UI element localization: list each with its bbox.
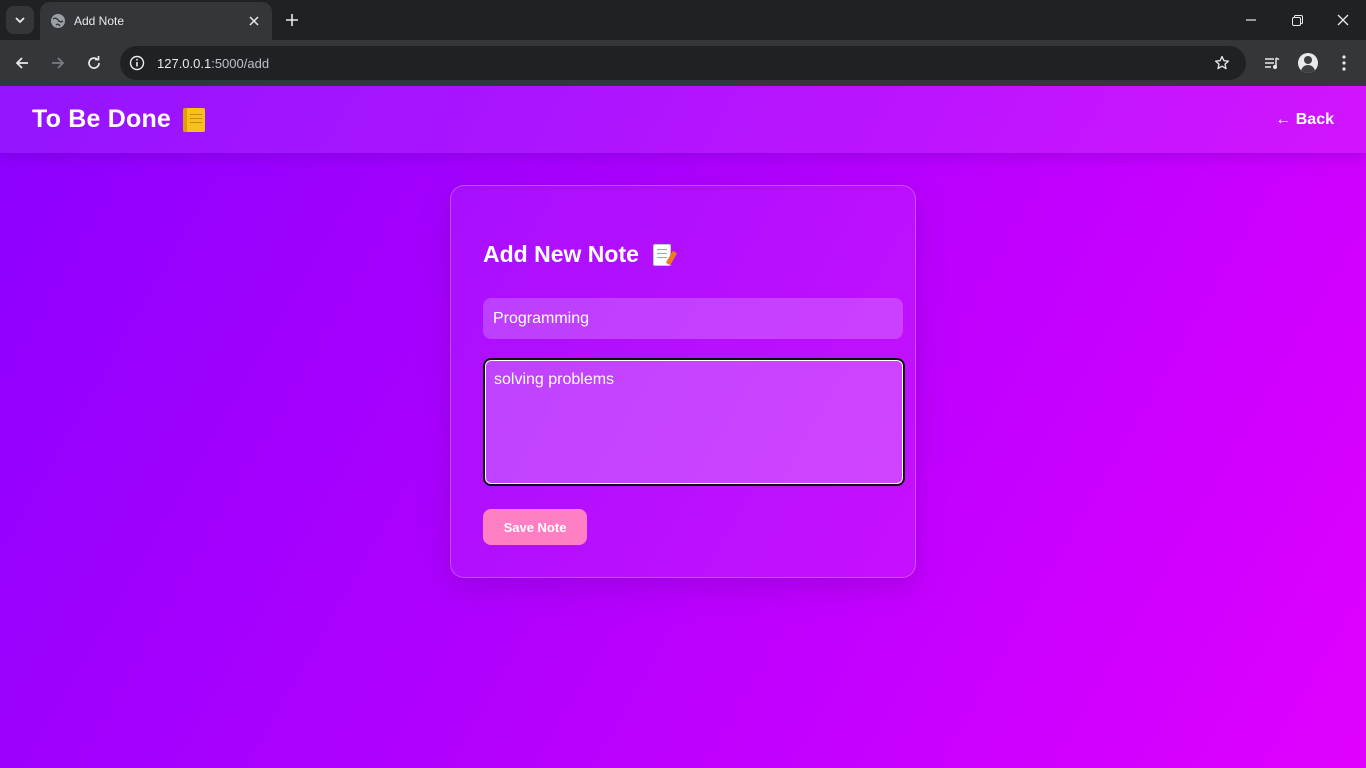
form-heading: Add New Note <box>483 241 883 268</box>
note-content-textarea[interactable]: solving problems <box>483 358 905 486</box>
site-info-icon[interactable] <box>125 51 149 75</box>
form-heading-text: Add New Note <box>483 241 639 267</box>
add-note-card: Add New Note solving problems Save Note <box>450 185 916 578</box>
close-window-icon[interactable] <box>1320 0 1366 40</box>
forward-arrow-icon[interactable] <box>44 49 72 77</box>
more-vert-icon[interactable] <box>1330 49 1358 77</box>
globe-icon <box>50 13 66 29</box>
avatar <box>1298 53 1318 73</box>
star-icon[interactable] <box>1208 49 1236 77</box>
url-text: 127.0.0.1:5000/add <box>157 56 1208 71</box>
browser-tabbar: Add Note <box>0 0 1366 40</box>
note-title-input[interactable] <box>483 298 903 339</box>
plus-icon[interactable] <box>280 8 304 32</box>
url-path: :5000/add <box>211 55 270 71</box>
browser-toolbar: 127.0.0.1:5000/add <box>0 40 1366 86</box>
chevron-down-icon <box>15 17 25 24</box>
back-arrow-icon[interactable] <box>8 49 36 77</box>
brand: To Be Done <box>32 105 206 134</box>
restore-icon[interactable] <box>1274 0 1320 40</box>
address-bar[interactable]: 127.0.0.1:5000/add <box>120 46 1246 80</box>
tab-list-button[interactable] <box>6 6 34 34</box>
brand-title: To Be Done <box>32 105 172 133</box>
minimize-icon[interactable] <box>1228 0 1274 40</box>
save-note-button[interactable]: Save Note <box>483 509 587 545</box>
app-header: To Be Done ← Back <box>0 86 1366 153</box>
url-host: 127.0.0.1 <box>157 55 212 71</box>
profile-avatar[interactable] <box>1294 49 1322 77</box>
back-link[interactable]: ← Back <box>1275 111 1334 129</box>
page-viewport: To Be Done ← Back Add New Note solving p… <box>0 86 1366 768</box>
browser-tab[interactable]: Add Note <box>40 2 272 40</box>
reload-icon[interactable] <box>80 49 108 77</box>
notebook-icon <box>183 107 206 132</box>
tab-title: Add Note <box>74 14 125 28</box>
media-icon[interactable] <box>1258 49 1286 77</box>
memo-icon <box>652 243 671 266</box>
close-icon[interactable] <box>246 13 262 29</box>
